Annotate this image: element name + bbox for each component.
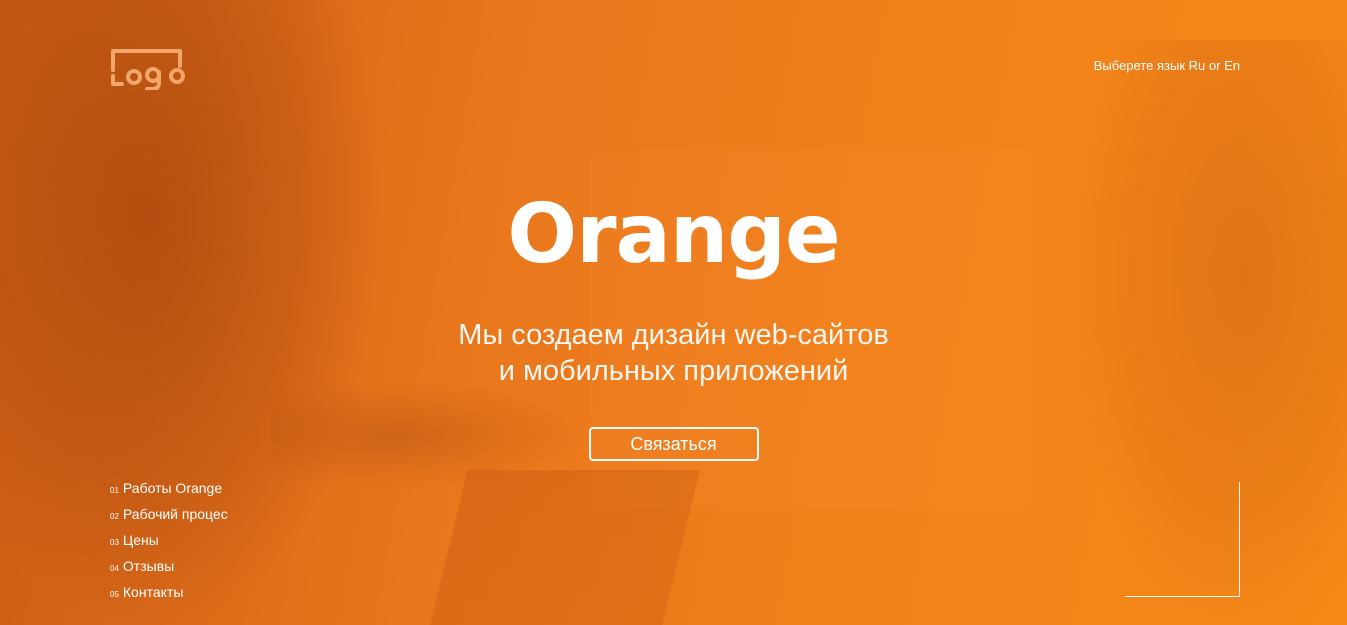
hero-title: Orange — [507, 187, 840, 282]
language-option-en[interactable]: En — [1224, 58, 1240, 73]
nav-item-label: Контакты — [122, 584, 184, 600]
nav-item-number: 05 — [110, 590, 119, 599]
hero-subtitle: Мы создаем дизайн web-сайтов и мобильных… — [0, 317, 1347, 389]
nav-item-label: Отзывы — [122, 558, 175, 574]
language-switcher: Выберете язык Ru or En — [1094, 58, 1240, 73]
nav-item-label: Рабочий процес — [122, 506, 228, 522]
nav-item-number: 02 — [110, 512, 119, 521]
nav-item-number: 04 — [110, 564, 119, 573]
nav-item-process[interactable]: 02 Рабочий процес — [110, 504, 228, 530]
contact-button[interactable]: Связаться — [588, 427, 759, 461]
corner-line-horizontal — [1125, 596, 1240, 597]
nav-item-label: Работы Orange — [122, 480, 223, 496]
logo-icon — [111, 49, 185, 90]
nav-item-number: 01 — [110, 486, 119, 495]
nav-item-works[interactable]: 01 Работы Orange — [110, 478, 228, 504]
hero-content: Orange Мы создаем дизайн web-сайтов и мо… — [0, 185, 1347, 461]
hero-section: Выберете язык Ru or En Orange Мы создаем… — [0, 0, 1347, 625]
background-laptop — [430, 470, 700, 625]
nav-item-contacts[interactable]: 05 Контакты — [110, 582, 228, 608]
nav-item-reviews[interactable]: 04 Отзывы — [110, 556, 228, 582]
language-separator: or — [1208, 58, 1221, 73]
logo-link[interactable] — [110, 46, 188, 90]
nav-item-label: Цены — [122, 532, 159, 548]
language-prompt: Выберете язык — [1093, 58, 1186, 73]
nav-item-prices[interactable]: 03 Цены — [110, 530, 228, 556]
language-option-ru[interactable]: Ru — [1189, 58, 1206, 73]
hero-subtitle-line-1: Мы создаем дизайн web-сайтов — [458, 319, 889, 351]
section-nav: 01 Работы Orange 02 Рабочий процес 03 Цены … — [110, 478, 228, 608]
nav-item-number: 03 — [110, 538, 119, 547]
corner-line-vertical — [1239, 482, 1240, 597]
hero-subtitle-line-2: и мобильных приложений — [498, 355, 849, 387]
